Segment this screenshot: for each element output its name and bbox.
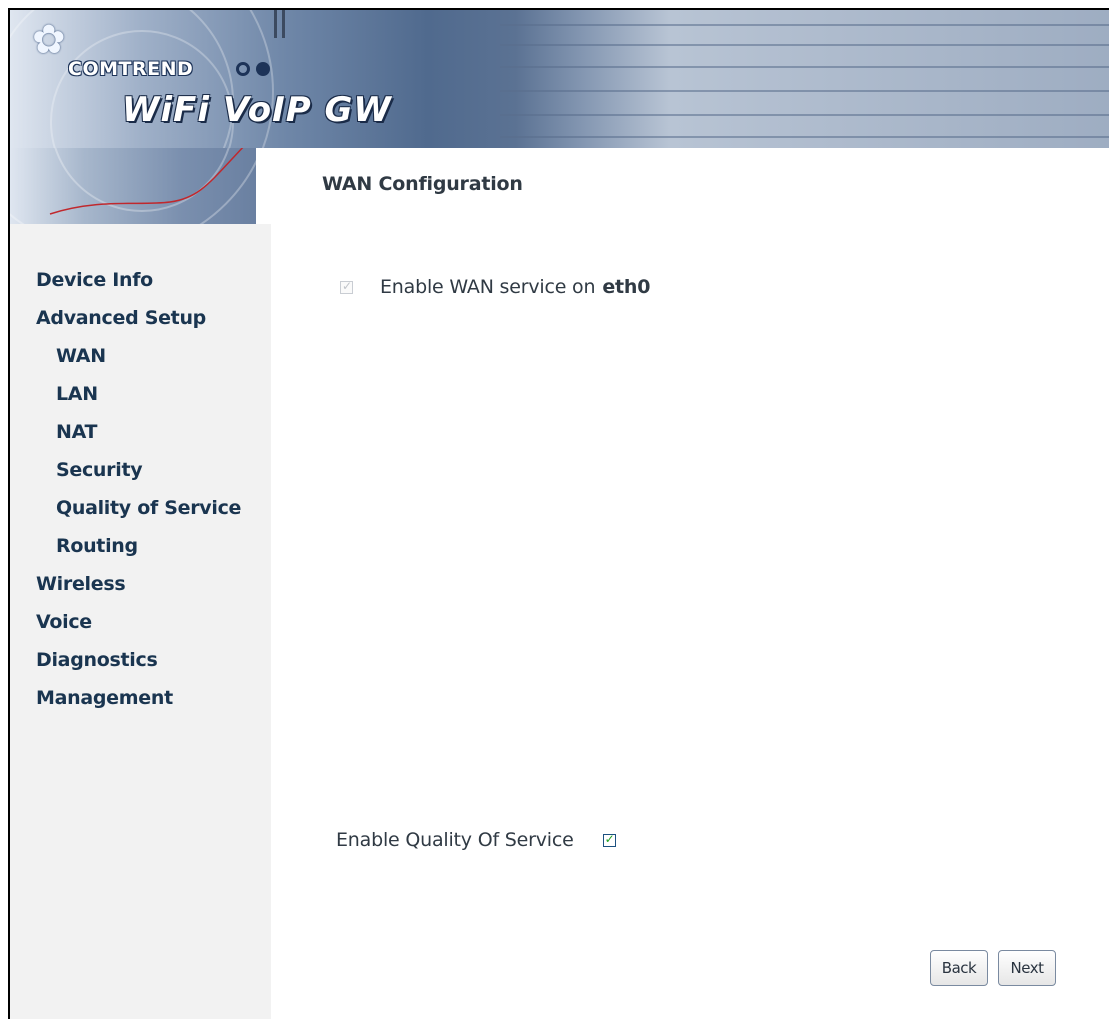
banner-decoration <box>274 10 288 38</box>
back-button[interactable]: Back <box>930 950 988 986</box>
next-button[interactable]: Next <box>998 950 1056 986</box>
sidebar-item-lan[interactable]: LAN <box>36 375 241 413</box>
product-name: WiFi VoIP GW <box>122 90 392 130</box>
sidebar: Device Info Advanced Setup WAN LAN NAT S… <box>10 224 271 1019</box>
sidebar-item-advanced-setup[interactable]: Advanced Setup <box>36 299 241 337</box>
wan-service-checkbox[interactable]: ✓ <box>340 278 353 294</box>
qos-checkbox[interactable]: ✓ <box>602 831 616 847</box>
sidebar-item-device-info[interactable]: Device Info <box>36 261 241 299</box>
page-title: WAN Configuration <box>322 173 523 195</box>
red-curve-decoration <box>49 148 244 215</box>
sidebar-item-nat[interactable]: NAT <box>36 413 241 451</box>
wan-interface-name: eth0 <box>602 276 651 298</box>
brand-name: COMTREND <box>68 58 194 80</box>
checkmark-icon: ✓ <box>342 278 352 293</box>
sidebar-item-wireless[interactable]: Wireless <box>36 565 241 603</box>
wan-service-row: ✓ Enable WAN service on eth0 <box>340 276 650 298</box>
qos-row: Enable Quality Of Service ✓ <box>336 829 616 851</box>
sidebar-item-wan[interactable]: WAN <box>36 337 241 375</box>
page-frame: ✿ COMTREND WiFi VoIP GW Device Info Adva… <box>8 8 1109 1019</box>
sidebar-item-diagnostics[interactable]: Diagnostics <box>36 641 241 679</box>
sidebar-item-security[interactable]: Security <box>36 451 241 489</box>
qos-label: Enable Quality Of Service <box>336 829 574 851</box>
sidebar-banner <box>10 148 256 224</box>
sidebar-item-routing[interactable]: Routing <box>36 527 241 565</box>
sidebar-item-quality-of-service[interactable]: Quality of Service <box>36 489 241 527</box>
sidebar-item-voice[interactable]: Voice <box>36 603 241 641</box>
sidebar-item-management[interactable]: Management <box>36 679 241 717</box>
checkmark-icon: ✓ <box>604 831 615 846</box>
sidebar-nav: Device Info Advanced Setup WAN LAN NAT S… <box>36 261 241 717</box>
header-banner: ✿ COMTREND WiFi VoIP GW <box>10 10 1109 148</box>
logo-flower-icon: ✿ <box>32 17 66 63</box>
wan-service-label: Enable WAN service on <box>380 276 596 298</box>
